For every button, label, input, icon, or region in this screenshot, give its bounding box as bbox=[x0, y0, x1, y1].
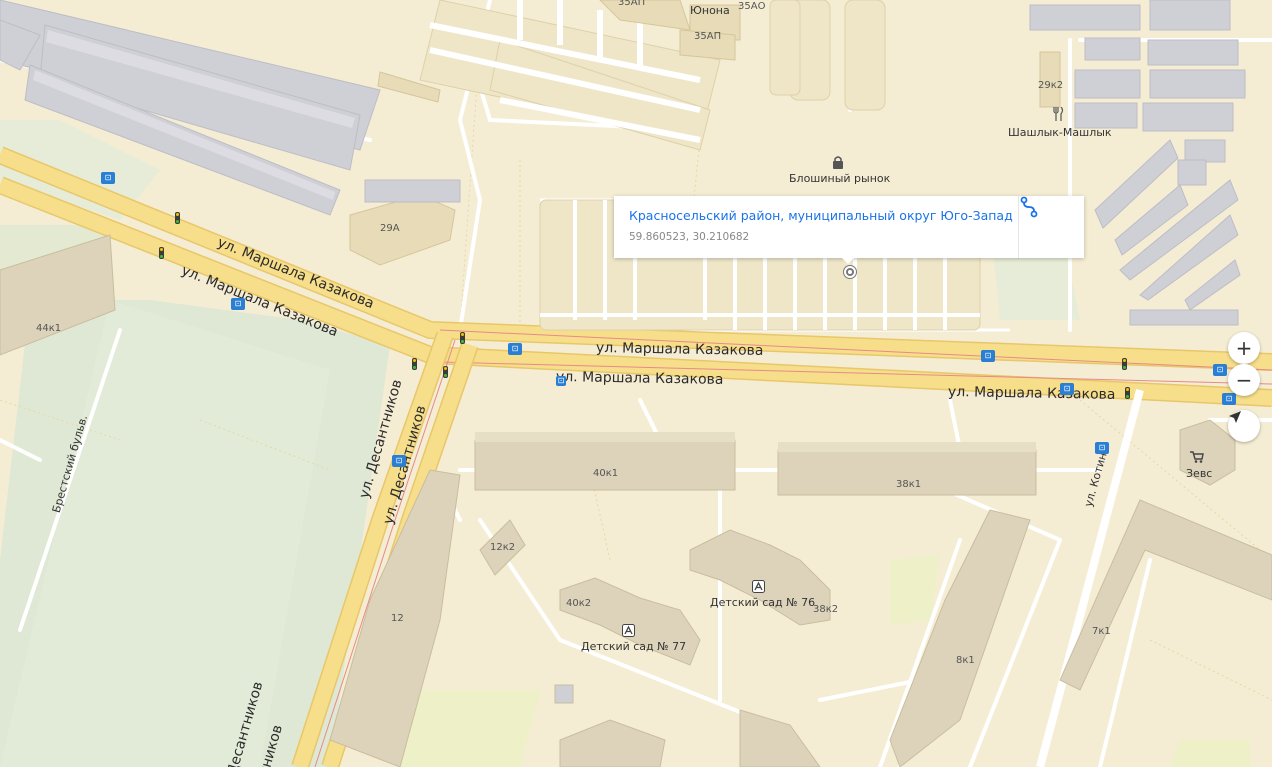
traffic-light-icon bbox=[412, 358, 417, 370]
building-number: 29к2 bbox=[1038, 80, 1064, 91]
route-icon bbox=[1020, 196, 1062, 238]
building-number: 35АП bbox=[694, 31, 722, 42]
building-number: 8к1 bbox=[956, 655, 975, 666]
bus-stop-icon[interactable]: ⊡ bbox=[101, 172, 115, 184]
building-number: 35АП bbox=[618, 0, 646, 8]
route-button[interactable] bbox=[1019, 196, 1084, 258]
bus-stop-icon[interactable]: ⊡ bbox=[981, 350, 995, 362]
bus-stop-icon[interactable]: ⊡ bbox=[1060, 383, 1074, 395]
cart-icon bbox=[1190, 451, 1204, 463]
traffic-light-icon bbox=[1122, 358, 1127, 370]
school-icon bbox=[622, 624, 635, 637]
traffic-light-icon bbox=[159, 247, 164, 259]
poi-kindergarten-76[interactable]: Детский сад № 76 bbox=[710, 596, 815, 609]
bus-stop-icon[interactable]: ⊡ bbox=[392, 455, 406, 467]
building-number: 35АО bbox=[738, 1, 766, 12]
traffic-light-icon bbox=[460, 332, 465, 344]
locate-arrow-icon bbox=[1229, 411, 1251, 433]
building-number: 7к1 bbox=[1092, 626, 1111, 637]
popup-title[interactable]: Красносельский район, муниципальный окру… bbox=[629, 208, 1013, 223]
bus-stop-icon[interactable]: ⊡ bbox=[1213, 364, 1227, 376]
traffic-light-icon bbox=[175, 212, 180, 224]
poi-kindergarten-77[interactable]: Детский сад № 77 bbox=[581, 640, 686, 653]
building-number: 12 bbox=[391, 613, 404, 624]
bus-stop-icon[interactable]: ⊡ bbox=[231, 298, 245, 310]
locate-button[interactable] bbox=[1228, 410, 1260, 442]
building-number: 38к1 bbox=[896, 479, 922, 490]
location-popup: Красносельский район, муниципальный окру… bbox=[614, 196, 1084, 264]
street-label-kazakova: ул. Маршала Казакова bbox=[555, 369, 724, 388]
poi-zevs[interactable]: Зевс bbox=[1186, 467, 1212, 480]
poi-shashlyk[interactable]: Шашлык-Машлык bbox=[1008, 126, 1112, 139]
building-number: 12к2 bbox=[490, 542, 516, 553]
bus-stop-icon[interactable]: ⊡ bbox=[1222, 393, 1236, 405]
popup-coordinates: 59.860523, 30.210682 bbox=[629, 231, 750, 243]
zoom-in-button[interactable]: + bbox=[1228, 332, 1260, 364]
location-marker[interactable] bbox=[844, 266, 856, 278]
building-number: 38к2 bbox=[813, 604, 839, 615]
traffic-light-icon bbox=[1125, 387, 1130, 399]
school-icon bbox=[752, 580, 765, 593]
fork-knife-icon bbox=[1052, 107, 1064, 121]
building-number: 44к1 bbox=[36, 323, 62, 334]
building-number: 29А bbox=[380, 223, 400, 234]
poi-yunona[interactable]: Юнона bbox=[690, 4, 730, 17]
street-label-kazakova: ул. Маршала Казакова bbox=[595, 340, 764, 359]
map-canvas[interactable]: ул. Маршала Казакова ул. Маршала Казаков… bbox=[0, 0, 1272, 767]
lock-icon bbox=[832, 155, 844, 169]
bus-stop-icon[interactable]: ⊡ bbox=[508, 343, 522, 355]
building-number: 40к2 bbox=[566, 598, 592, 609]
traffic-light-icon bbox=[443, 366, 448, 378]
building-number: 40к1 bbox=[593, 468, 619, 479]
bus-stop-icon[interactable]: ⊡ bbox=[556, 376, 566, 386]
poi-flea-market[interactable]: Блошиный рынок bbox=[789, 172, 890, 185]
bus-stop-icon[interactable]: ⊡ bbox=[1095, 442, 1109, 454]
street-label-kazakova: ул. Маршала Казакова bbox=[947, 384, 1116, 403]
zoom-out-button[interactable]: − bbox=[1228, 364, 1260, 396]
